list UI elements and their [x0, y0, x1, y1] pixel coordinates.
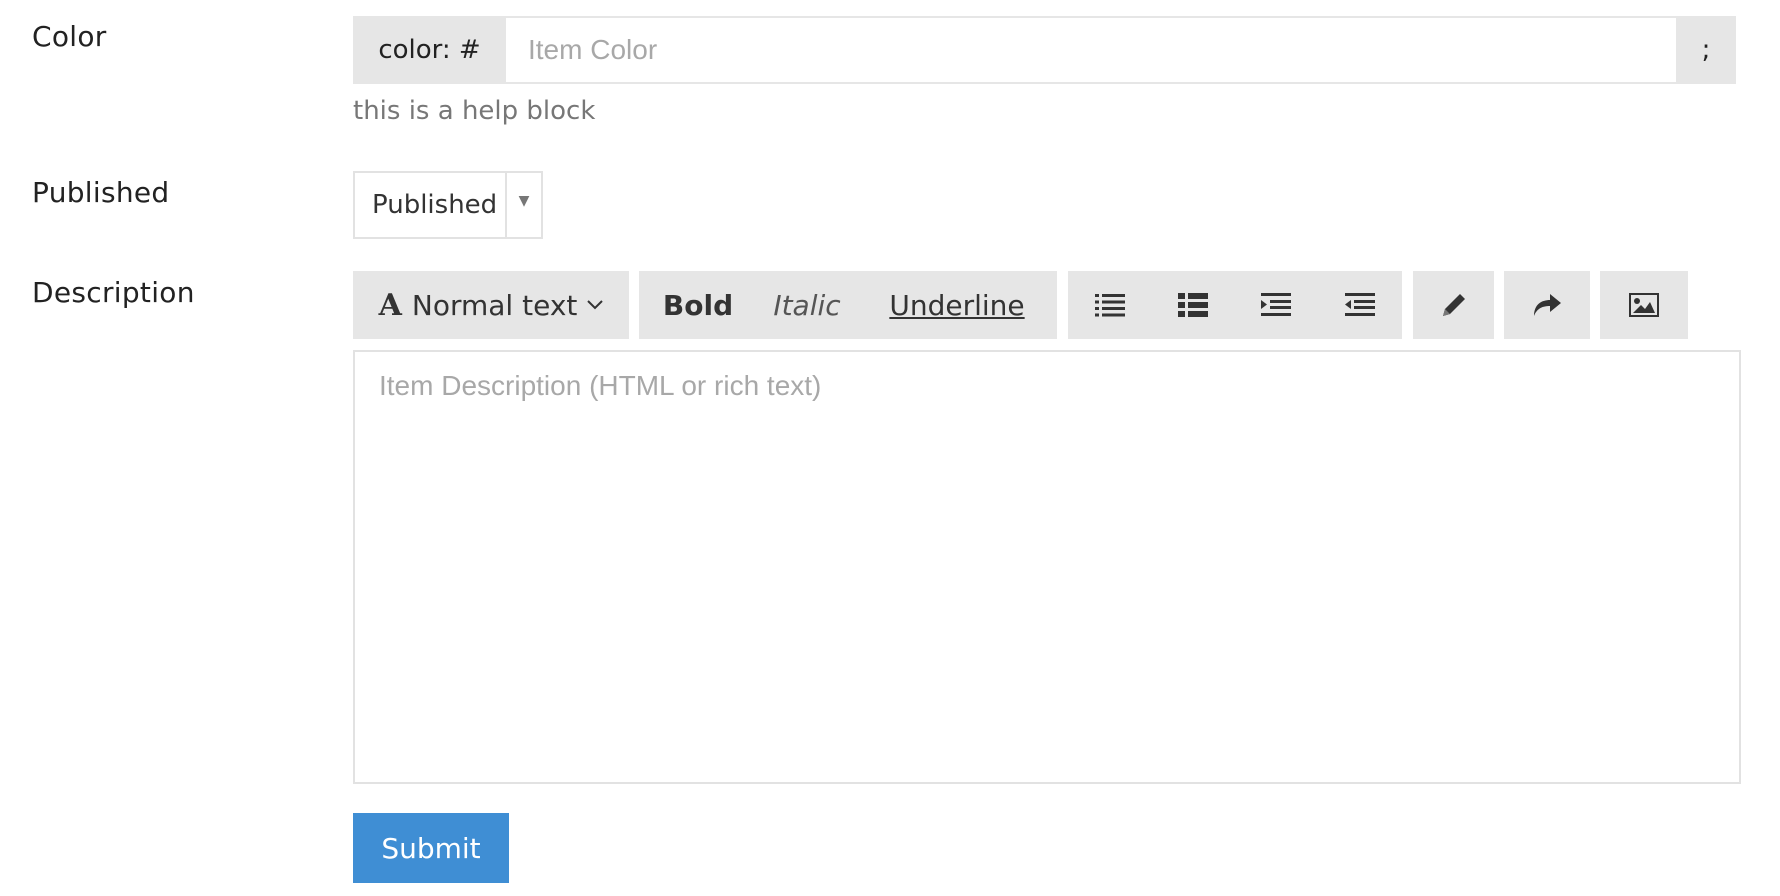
outdent-button[interactable] [1318, 271, 1402, 339]
unordered-list-icon [1094, 294, 1125, 317]
color-prefix-addon: color: # [353, 16, 506, 84]
redo-button[interactable] [1504, 271, 1590, 339]
indent-icon [1261, 293, 1291, 316]
image-icon [1629, 293, 1659, 317]
pencil-icon [1442, 294, 1465, 316]
color-input-group: color: # ; [353, 16, 1736, 84]
chevron-down-icon [587, 300, 604, 310]
toolbar-group-redo [1504, 271, 1590, 339]
description-label: Description [32, 276, 195, 309]
published-select[interactable]: Published ▼ [353, 171, 543, 239]
toolbar-group-pencil [1413, 271, 1494, 339]
color-help-block: this is a help block [353, 96, 596, 126]
indent-button[interactable] [1234, 271, 1318, 339]
bold-button[interactable]: Bold [639, 271, 757, 339]
color-input[interactable] [506, 16, 1676, 84]
outdent-icon [1345, 293, 1375, 316]
unordered-list-button[interactable] [1068, 271, 1151, 339]
item-form: Color color: # ; this is a help block Pu… [0, 0, 1780, 896]
description-editor[interactable]: Item Description (HTML or rich text) [353, 350, 1741, 784]
font-icon: A [378, 287, 402, 323]
submit-button[interactable]: Submit [353, 813, 509, 883]
pencil-button[interactable] [1413, 271, 1494, 339]
insert-image-button[interactable] [1600, 271, 1688, 339]
caret-down-icon: ▼ [505, 173, 541, 237]
toolbar-group-format: Bold Italic Underline [639, 271, 1057, 339]
toolbar-group-image [1600, 271, 1688, 339]
ordered-list-icon [1177, 293, 1208, 317]
published-label: Published [32, 176, 170, 209]
font-style-dropdown[interactable]: A Normal text [353, 271, 629, 339]
toolbar-group-font: A Normal text [353, 271, 629, 339]
font-style-label: Normal text [411, 288, 578, 322]
underline-button[interactable]: Underline [857, 271, 1057, 339]
color-label: Color [32, 20, 107, 53]
toolbar-group-lists [1068, 271, 1402, 339]
italic-button[interactable]: Italic [757, 271, 857, 339]
ordered-list-button[interactable] [1151, 271, 1234, 339]
redo-icon [1534, 294, 1561, 316]
published-select-value: Published [372, 190, 498, 220]
color-suffix-addon: ; [1676, 16, 1736, 84]
